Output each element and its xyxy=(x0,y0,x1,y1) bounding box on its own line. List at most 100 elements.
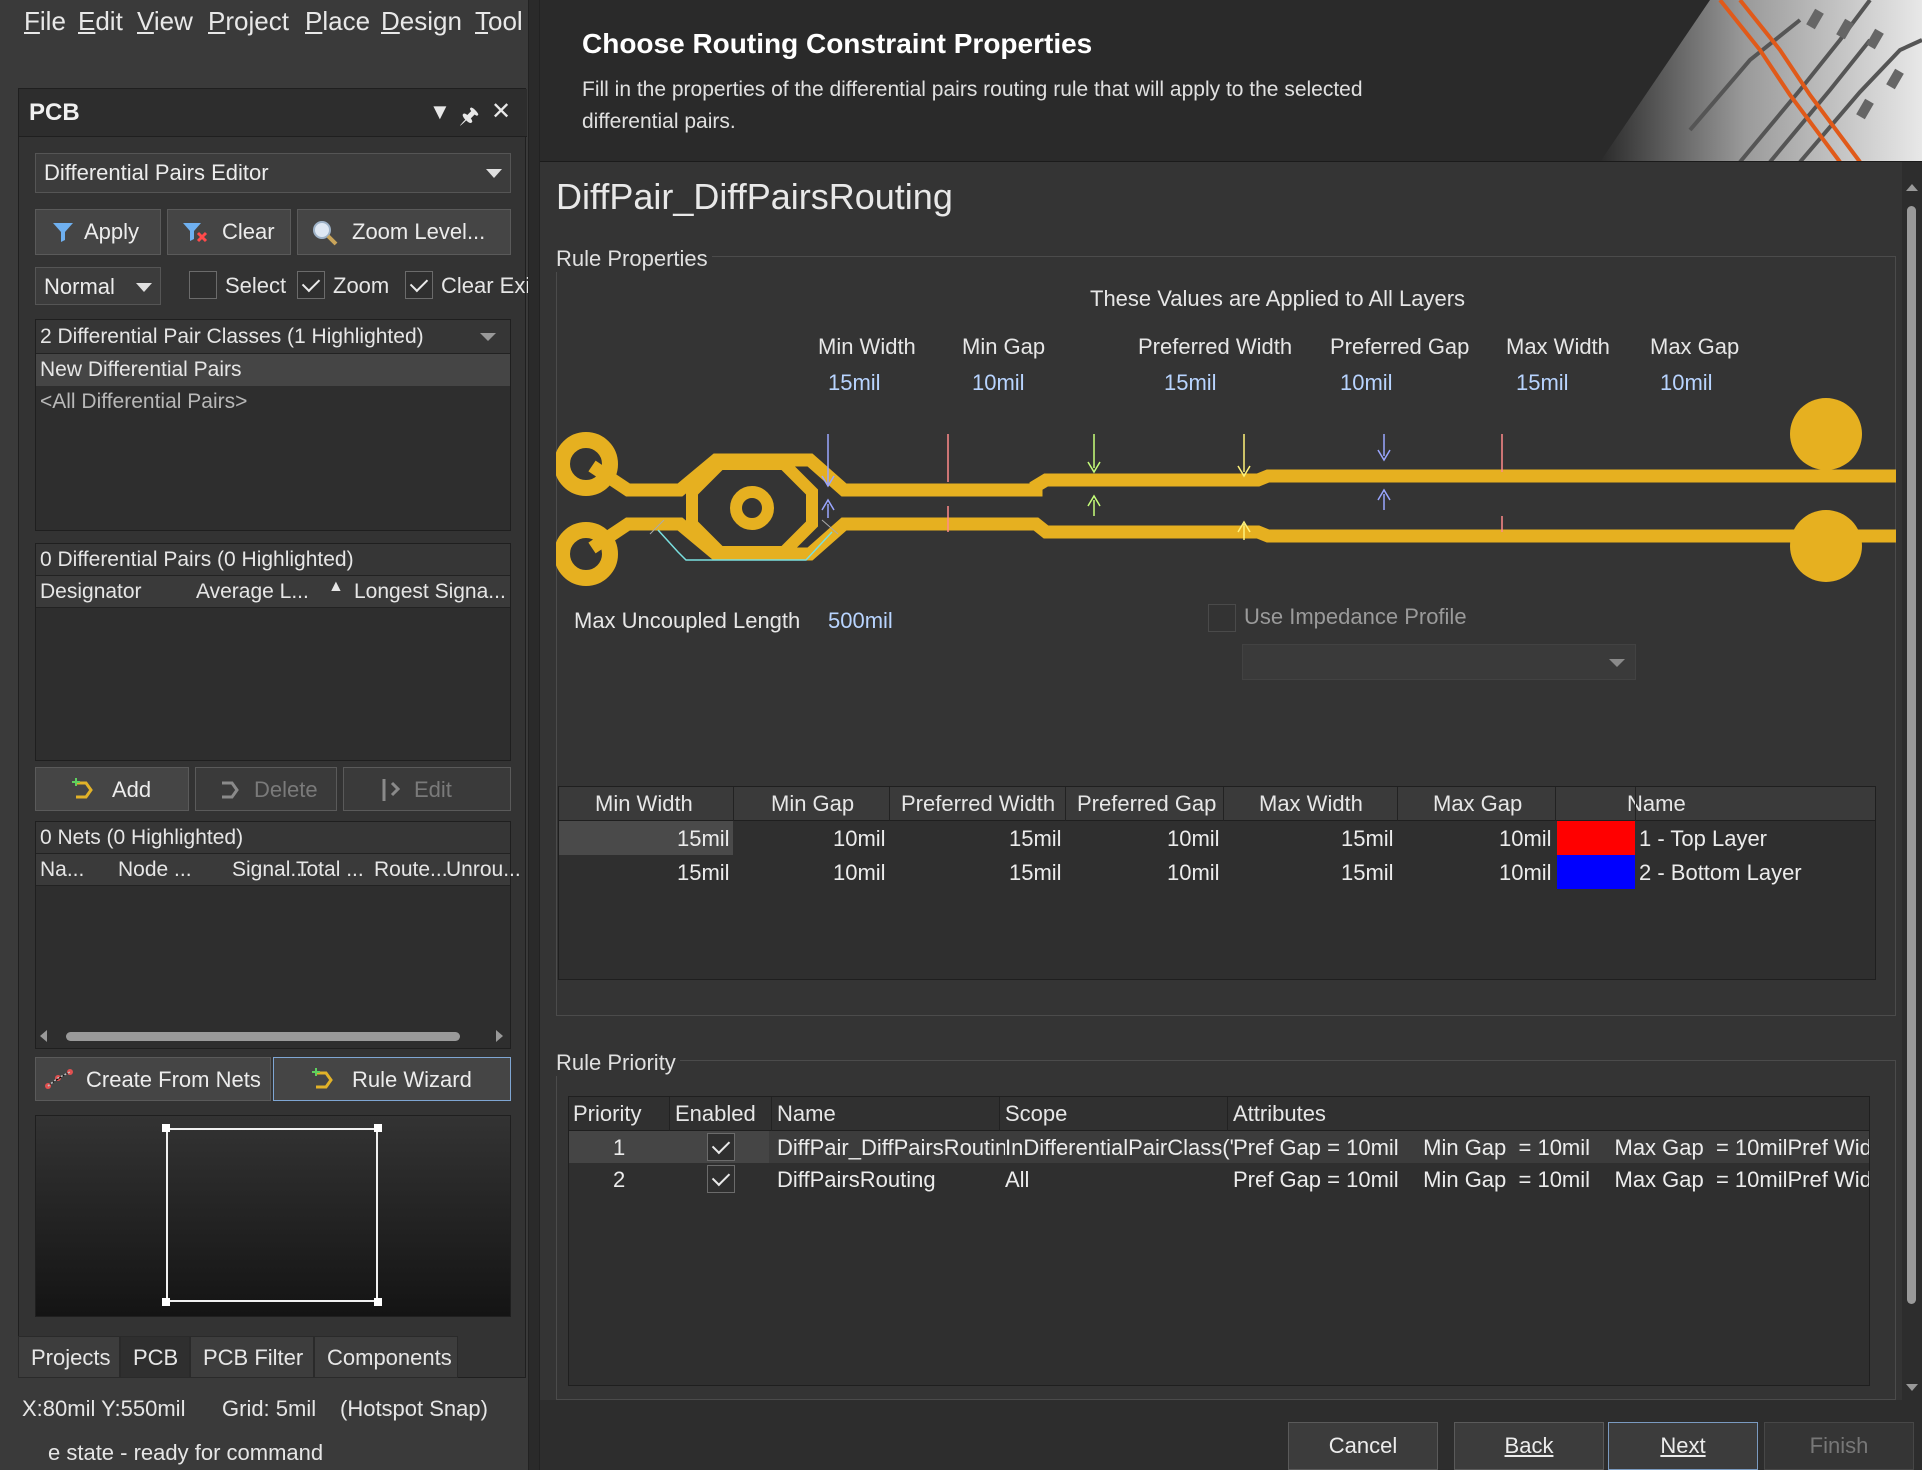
clear-button[interactable]: Clear xyxy=(167,209,291,255)
resize-handle[interactable] xyxy=(374,1124,382,1132)
close-icon[interactable]: ✕ xyxy=(491,97,511,126)
column-total[interactable]: Total ... xyxy=(296,858,364,882)
menu-project[interactable]: Project xyxy=(208,6,289,37)
zoom-checkbox[interactable] xyxy=(297,271,325,299)
list-item[interactable]: <All Differential Pairs> xyxy=(36,386,510,418)
column-priority[interactable]: Priority xyxy=(573,1101,641,1127)
cell-max-width[interactable]: 15mil xyxy=(1341,826,1394,852)
panel-mode-select[interactable]: Differential Pairs Editor xyxy=(35,153,511,193)
column-node[interactable]: Node ... xyxy=(118,858,192,882)
column-unrouted[interactable]: Unrou... xyxy=(446,858,521,882)
scroll-right-icon[interactable] xyxy=(496,1030,503,1042)
apply-button[interactable]: Apply xyxy=(35,209,161,255)
enabled-checkbox[interactable] xyxy=(707,1165,735,1193)
clear-existing-checkbox[interactable] xyxy=(405,271,433,299)
scroll-thumb[interactable] xyxy=(66,1032,460,1041)
cell-preferred-width[interactable]: 15mil xyxy=(1009,860,1062,886)
column-name[interactable]: Name xyxy=(777,1101,836,1127)
zoom-level-button[interactable]: Zoom Level... xyxy=(297,209,511,255)
edit-button[interactable]: Edit xyxy=(343,767,511,811)
cell-rule-name: DiffPairsRouting xyxy=(777,1167,936,1192)
cell-max-gap[interactable]: 10mil xyxy=(1499,860,1552,886)
scroll-thumb[interactable] xyxy=(1907,206,1916,1304)
add-button[interactable]: Add xyxy=(35,767,189,811)
dialog-title: Choose Routing Constraint Properties xyxy=(582,28,1093,59)
cell-priority: 2 xyxy=(613,1167,626,1192)
column-max-gap[interactable]: Max Gap xyxy=(1433,791,1522,817)
tab-projects[interactable]: Projects xyxy=(18,1336,120,1378)
pane-splitter[interactable] xyxy=(528,0,540,1470)
horizontal-scrollbar[interactable] xyxy=(40,1028,506,1044)
scroll-up-icon[interactable] xyxy=(1906,184,1918,191)
cell-min-gap[interactable]: 10mil xyxy=(833,860,886,886)
column-name[interactable]: Na... xyxy=(40,858,84,882)
table-row[interactable]: 2 DiffPairsRouting All Pref Gap = 10mil … xyxy=(569,1163,1869,1195)
delete-button[interactable]: Delete xyxy=(195,767,337,811)
column-longest-signal[interactable]: Longest Signa... xyxy=(354,580,506,604)
create-from-nets-button[interactable]: Create From Nets xyxy=(35,1057,271,1101)
max-uncoupled-length-value[interactable]: 500mil xyxy=(828,608,893,634)
cell-min-width[interactable]: 15mil xyxy=(677,860,730,886)
menu-place[interactable]: Place xyxy=(305,6,370,37)
cell-min-width[interactable]: 15mil xyxy=(677,826,730,852)
column-average-length[interactable]: Average L... xyxy=(196,580,309,604)
pad-bottom xyxy=(1790,510,1862,582)
sort-ascending-icon: ▲ xyxy=(328,578,344,595)
panel-menu-icon[interactable]: ▼ xyxy=(429,99,451,125)
list-item[interactable]: New Differential Pairs xyxy=(36,354,510,386)
column-min-gap[interactable]: Min Gap xyxy=(771,791,854,817)
column-max-width[interactable]: Max Width xyxy=(1259,791,1363,817)
next-button[interactable]: Next xyxy=(1608,1422,1758,1470)
tab-pcb[interactable]: PCB xyxy=(120,1336,190,1378)
select-checkbox[interactable] xyxy=(189,271,217,299)
clear-label: Clear xyxy=(222,219,275,244)
use-impedance-label: Use Impedance Profile xyxy=(1244,604,1467,629)
scroll-left-icon[interactable] xyxy=(40,1030,47,1042)
column-preferred-gap[interactable]: Preferred Gap xyxy=(1077,791,1216,817)
enabled-checkbox[interactable] xyxy=(707,1133,735,1161)
cell-preferred-width[interactable]: 15mil xyxy=(1009,826,1062,852)
resize-handle[interactable] xyxy=(162,1298,170,1306)
column-designator[interactable]: Designator xyxy=(40,580,142,604)
column-min-width[interactable]: Min Width xyxy=(595,791,693,817)
dialog-footer: Cancel Back Next Finish xyxy=(540,1400,1922,1470)
menu-design[interactable]: Design xyxy=(381,6,462,37)
column-routed[interactable]: Route... xyxy=(374,858,448,882)
menu-view[interactable]: View xyxy=(137,6,193,37)
applied-note: These Values are Applied to All Layers xyxy=(1090,286,1466,311)
column-enabled[interactable]: Enabled xyxy=(675,1101,756,1127)
scroll-down-icon[interactable] xyxy=(1906,1384,1918,1391)
cell-preferred-gap[interactable]: 10mil xyxy=(1167,826,1220,852)
column-scope[interactable]: Scope xyxy=(1005,1101,1067,1127)
board-preview[interactable] xyxy=(35,1115,511,1317)
cell-attributes: Pref Gap = 10mil Min Gap = 10mil Max Gap… xyxy=(1233,1167,1869,1192)
column-divider xyxy=(771,1097,772,1131)
cell-preferred-gap[interactable]: 10mil xyxy=(1167,860,1220,886)
use-impedance-checkbox[interactable] xyxy=(1208,604,1236,632)
finish-button[interactable]: Finish xyxy=(1764,1422,1914,1470)
menu-file[interactable]: File xyxy=(24,6,66,37)
cell-max-gap[interactable]: 10mil xyxy=(1499,826,1552,852)
pin-icon[interactable]: 🖈 xyxy=(459,99,479,137)
vertical-scrollbar[interactable] xyxy=(1902,162,1922,1400)
table-row[interactable]: 15mil 10mil 15mil 10mil 15mil 10mil 2 - … xyxy=(559,855,1875,889)
cell-max-width[interactable]: 15mil xyxy=(1341,860,1394,886)
table-row[interactable]: 15mil 10mil 15mil 10mil 15mil 10mil 1 - … xyxy=(559,821,1875,855)
menu-edit[interactable]: Edit xyxy=(78,6,123,37)
mask-mode-select[interactable]: Normal xyxy=(35,267,161,305)
table-row[interactable]: 1 DiffPair_DiffPairsRouting InDifferenti… xyxy=(569,1131,1869,1163)
resize-handle[interactable] xyxy=(374,1298,382,1306)
rule-properties-label: Rule Properties xyxy=(552,246,712,272)
resize-handle[interactable] xyxy=(162,1124,170,1132)
back-button[interactable]: Back xyxy=(1454,1422,1604,1470)
menu-tools[interactable]: Tool xyxy=(475,6,523,37)
rule-wizard-button[interactable]: Rule Wizard xyxy=(273,1057,511,1101)
cancel-button[interactable]: Cancel xyxy=(1288,1422,1438,1470)
tab-pcb-filter[interactable]: PCB Filter xyxy=(190,1336,314,1378)
column-attributes[interactable]: Attributes xyxy=(1233,1101,1326,1127)
impedance-profile-select[interactable] xyxy=(1242,644,1636,680)
column-preferred-width[interactable]: Preferred Width xyxy=(901,791,1055,817)
column-divider xyxy=(1555,787,1556,821)
cell-min-gap[interactable]: 10mil xyxy=(833,826,886,852)
tab-components[interactable]: Components xyxy=(314,1336,458,1378)
